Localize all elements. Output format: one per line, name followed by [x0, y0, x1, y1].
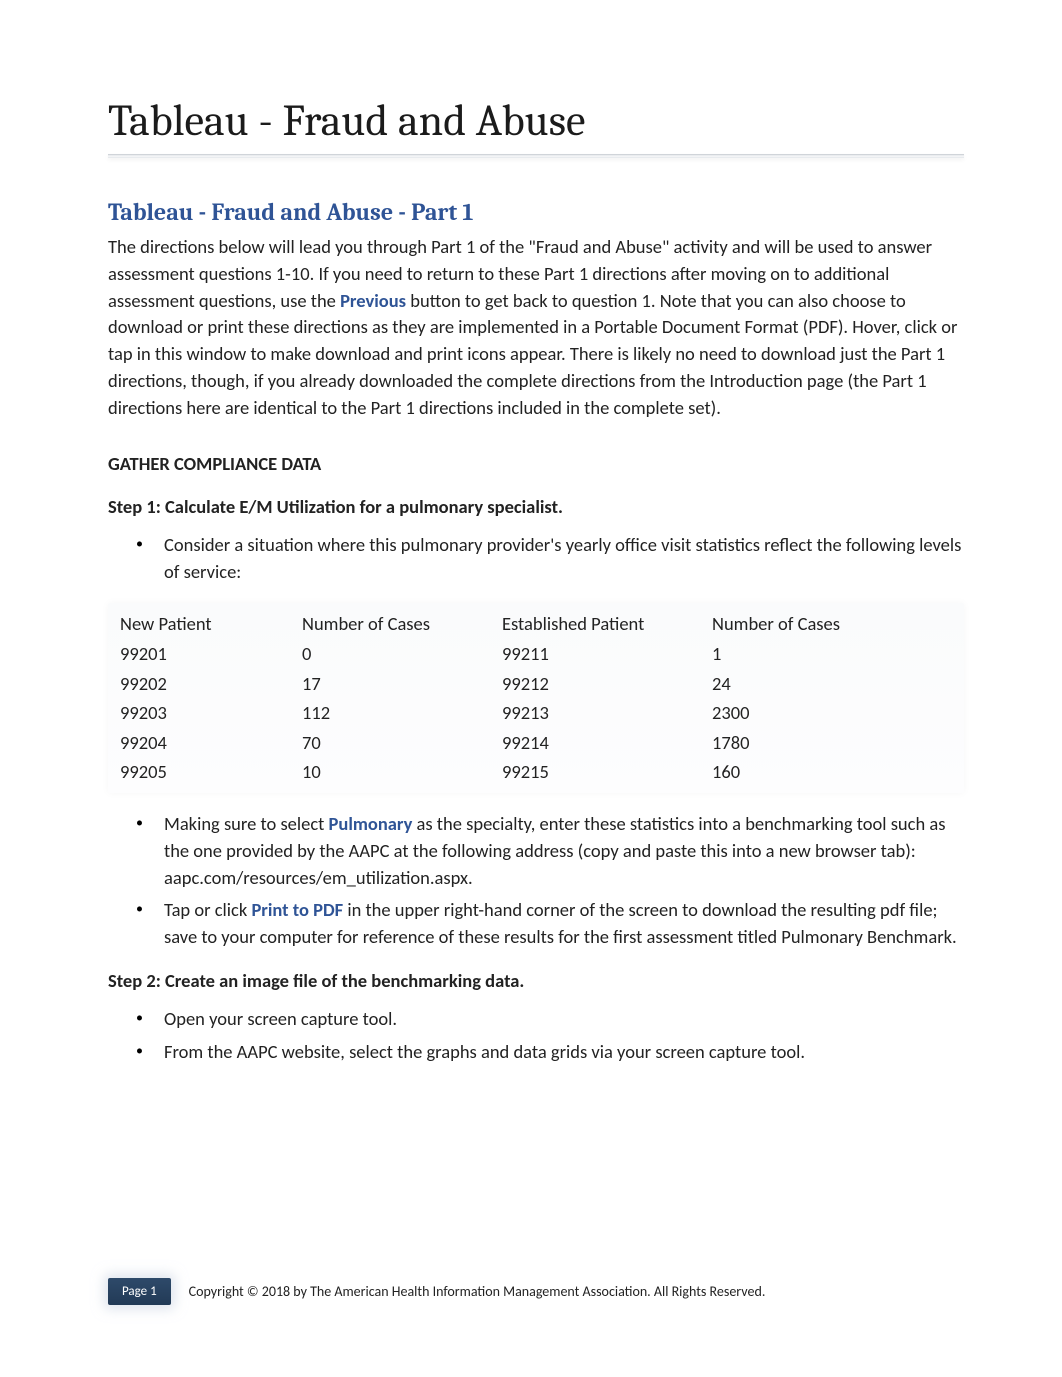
cell-est-code: 99215: [502, 757, 712, 787]
cell-new-count: 17: [302, 669, 502, 699]
step-2-list: Open your screen capture tool. From the …: [108, 1006, 964, 1066]
step-1-bullet-1: Consider a situation where this pulmonar…: [164, 532, 964, 586]
cell-new-count: 0: [302, 639, 502, 669]
page-number-badge: Page 1: [108, 1278, 171, 1305]
bullet-text-pre: Making sure to select: [164, 812, 329, 835]
table-row: 99205 10 99215 160: [120, 757, 952, 787]
cell-est-count: 2300: [712, 698, 952, 728]
pulmonary-mention: Pulmonary: [329, 812, 413, 835]
cell-new-code: 99202: [120, 669, 302, 699]
step-2-bullet-1: Open your screen capture tool.: [164, 1006, 964, 1033]
cell-new-code: 99204: [120, 728, 302, 758]
table-header-established-patient: Established Patient: [502, 609, 712, 639]
table-row: 99203 112 99213 2300: [120, 698, 952, 728]
title-divider: [108, 154, 964, 158]
cell-new-code: 99203: [120, 698, 302, 728]
cell-est-code: 99213: [502, 698, 712, 728]
cell-est-code: 99214: [502, 728, 712, 758]
cell-est-code: 99211: [502, 639, 712, 669]
cell-new-count: 112: [302, 698, 502, 728]
cell-est-count: 160: [712, 757, 952, 787]
table-row: 99201 0 99211 1: [120, 639, 952, 669]
previous-button-mention: Previous: [340, 289, 406, 312]
cell-new-code: 99205: [120, 757, 302, 787]
cell-est-code: 99212: [502, 669, 712, 699]
step-1-list-a: Consider a situation where this pulmonar…: [108, 532, 964, 586]
cell-new-count: 10: [302, 757, 502, 787]
cell-est-count: 24: [712, 669, 952, 699]
section-heading: Tableau - Fraud and Abuse - Part 1: [108, 198, 964, 226]
intro-paragraph: The directions below will lead you throu…: [108, 234, 964, 422]
table-header-row: New Patient Number of Cases Established …: [120, 609, 952, 639]
utilization-table: New Patient Number of Cases Established …: [108, 603, 964, 793]
gather-data-heading: GATHER COMPLIANCE DATA: [108, 452, 964, 475]
bullet-text-pre: Tap or click: [164, 898, 251, 921]
table-row: 99202 17 99212 24: [120, 669, 952, 699]
document-page: Tableau - Fraud and Abuse Tableau - Frau…: [0, 0, 1062, 1377]
document-title: Tableau - Fraud and Abuse: [108, 95, 964, 146]
cell-new-code: 99201: [120, 639, 302, 669]
table-header-cases-2: Number of Cases: [712, 609, 952, 639]
page-footer: Page 1 Copyright © 2018 by The American …: [108, 1273, 964, 1309]
cell-est-count: 1: [712, 639, 952, 669]
step-1-heading: Step 1: Calculate E/M Utilization for a …: [108, 495, 964, 518]
step-2-bullet-2: From the AAPC website, select the graphs…: [164, 1039, 964, 1066]
copyright-text: Copyright © 2018 by The American Health …: [189, 1283, 766, 1300]
step-1-list-b: Making sure to select Pulmonary as the s…: [108, 811, 964, 951]
step-1-bullet-3: Tap or click Print to PDF in the upper r…: [164, 897, 964, 951]
cell-new-count: 70: [302, 728, 502, 758]
step-2-heading: Step 2: Create an image file of the benc…: [108, 969, 964, 992]
table-header-new-patient: New Patient: [120, 609, 302, 639]
table-header-cases-1: Number of Cases: [302, 609, 502, 639]
table-row: 99204 70 99214 1780: [120, 728, 952, 758]
print-to-pdf-mention: Print to PDF: [251, 898, 343, 921]
step-1-bullet-2: Making sure to select Pulmonary as the s…: [164, 811, 964, 891]
cell-est-count: 1780: [712, 728, 952, 758]
